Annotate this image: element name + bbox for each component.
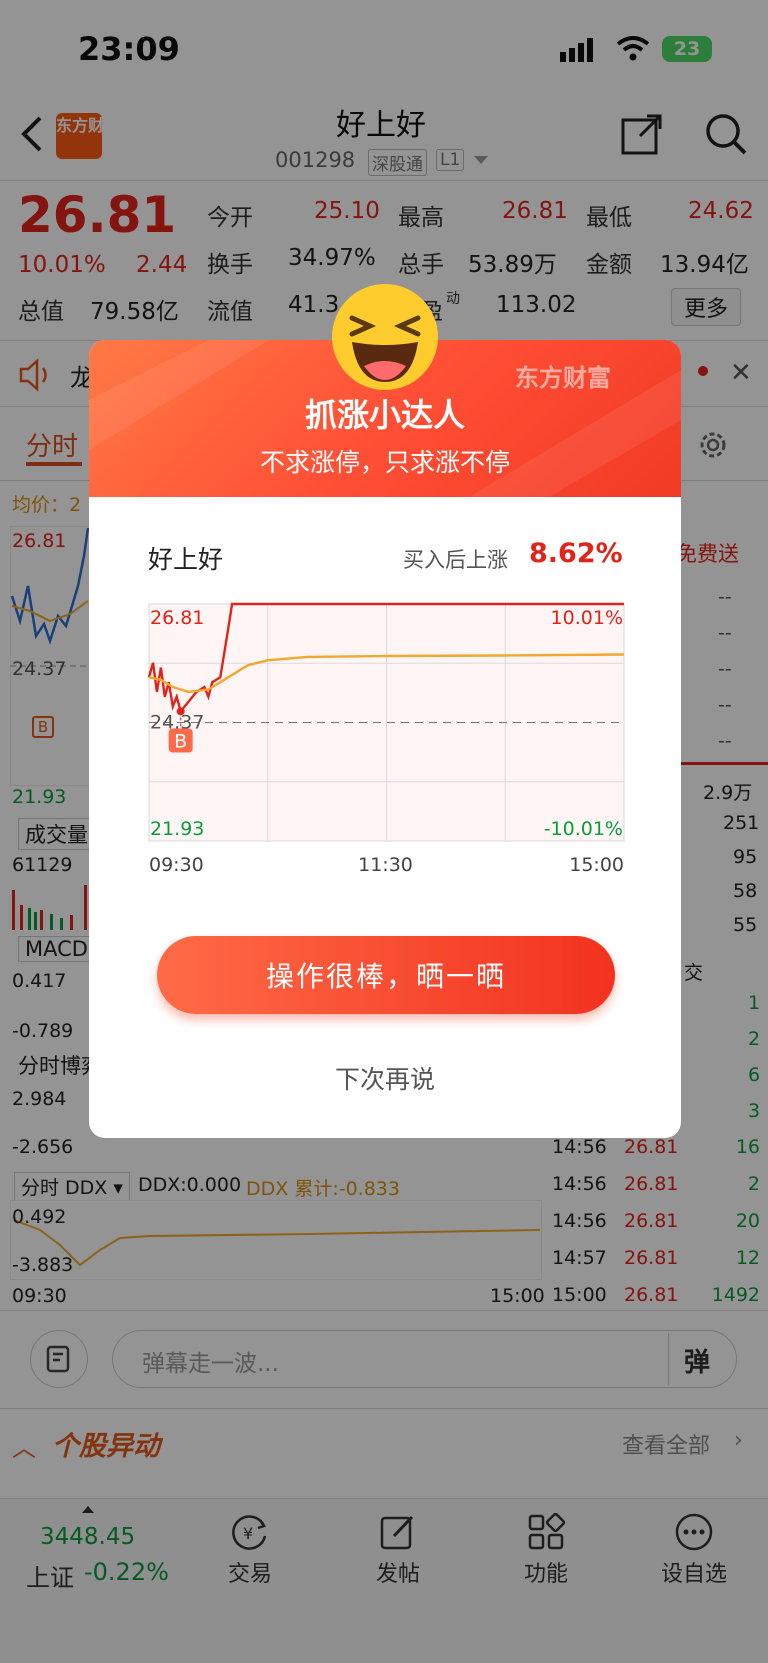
modal-brand-watermark: 东方财富	[515, 364, 611, 392]
modal-subtitle: 不求涨停，只求涨不停	[259, 448, 510, 477]
buy-marker-label: B	[174, 731, 187, 753]
x-label-end: 15:00	[569, 854, 624, 876]
x-label-mid: 11:30	[358, 854, 413, 876]
y-right-label-top: 10.01%	[551, 607, 623, 629]
modal-title: 抓涨小达人	[304, 396, 465, 434]
buy-point	[176, 707, 185, 716]
y-right-label-low: -10.01%	[544, 818, 623, 840]
dismiss-button[interactable]: 下次再说	[89, 1060, 681, 1096]
y-label-low: 21.93	[150, 818, 204, 840]
mini-price-chart: 26.8124.3721.9310.01%-10.01%B09:30 11:30 1…	[148, 602, 625, 876]
app-root: 23:09 23 东方财富 好上好 001298 深股通 L1 26.81 10…	[0, 0, 768, 1663]
laughing-emoji-icon	[332, 284, 438, 390]
rise-value: 8.62%	[529, 538, 623, 569]
share-result-button[interactable]: 操作很棒，晒一晒	[157, 936, 615, 1014]
share-result-label: 操作很棒，晒一晒	[265, 960, 506, 993]
x-label-start: 09:30	[149, 854, 204, 876]
modal-stock-name: 好上好	[148, 545, 224, 574]
y-label-top: 26.81	[150, 607, 204, 629]
achievement-modal: 东方财富 抓涨小达人 不求涨停，只求涨不停 好上好 买入后上涨 8.62% 26…	[89, 340, 681, 1138]
rise-label: 买入后上涨	[403, 548, 508, 572]
